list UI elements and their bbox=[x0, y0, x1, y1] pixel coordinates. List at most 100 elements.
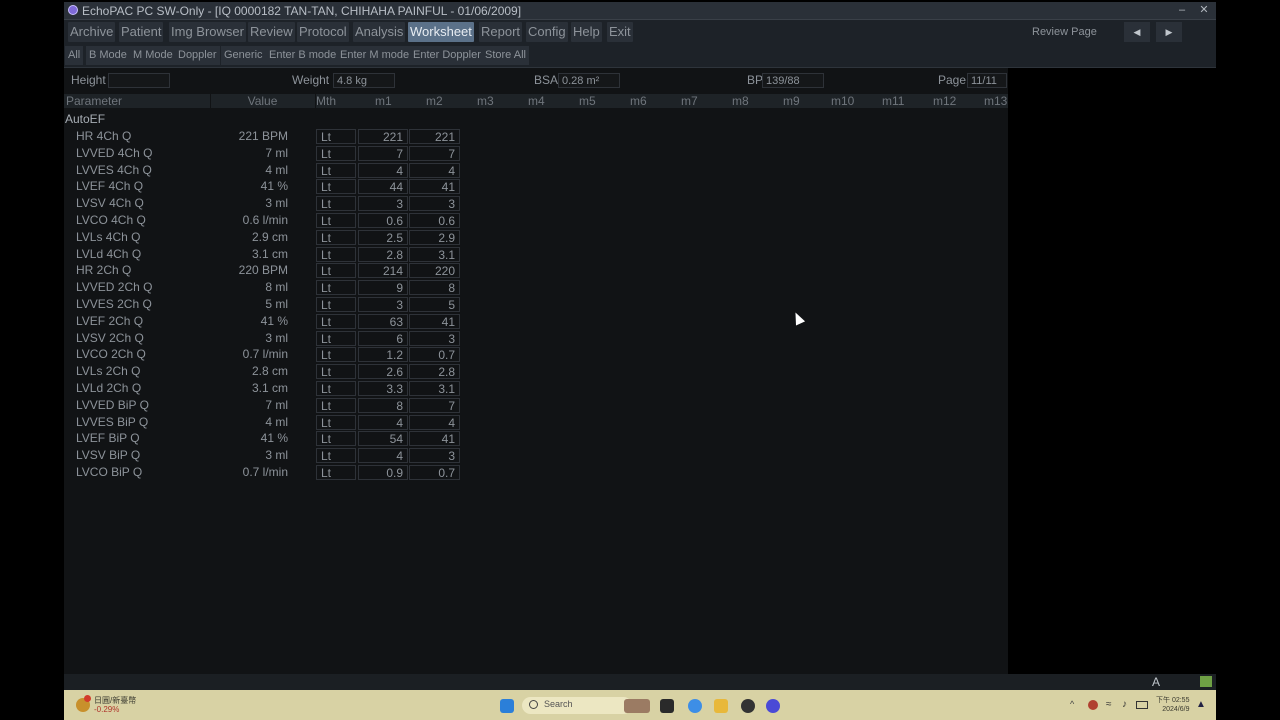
method-cell[interactable]: Lt bbox=[316, 381, 356, 396]
header-parameter[interactable]: Parameter bbox=[66, 94, 211, 108]
measurement-m2-cell[interactable]: 0.7 bbox=[409, 465, 460, 480]
review-page-button[interactable]: Review Page bbox=[1032, 22, 1097, 42]
menu-help[interactable]: Help bbox=[571, 22, 602, 42]
app-icon-dark[interactable] bbox=[741, 699, 755, 713]
measurement-m2-cell[interactable]: 3 bbox=[409, 448, 460, 464]
volume-icon[interactable]: ♪ bbox=[1122, 699, 1127, 710]
measurement-m1-cell[interactable]: 221 bbox=[358, 129, 408, 144]
next-page-icon[interactable]: ▶ bbox=[1156, 22, 1182, 42]
header-m3[interactable]: m3 bbox=[477, 94, 494, 108]
method-cell[interactable]: Lt bbox=[316, 297, 356, 312]
table-row[interactable]: LVVES 2Ch Q 5 ml Lt 3 5 bbox=[64, 296, 1008, 313]
wifi-icon[interactable]: ≈ bbox=[1106, 699, 1112, 710]
weight-field[interactable]: 4.8 kg bbox=[333, 73, 395, 88]
measurement-m2-cell[interactable]: 2.9 bbox=[409, 229, 460, 245]
table-row[interactable]: LVSV 4Ch Q3 ml Lt 3 3 bbox=[64, 195, 1008, 212]
measurement-m2-cell[interactable]: 3 bbox=[409, 330, 460, 346]
taskbar-clock[interactable]: 下午 02:55 2024/6/9 bbox=[1156, 696, 1189, 714]
echopac-taskbar-icon[interactable] bbox=[766, 699, 780, 713]
measurement-m2-cell[interactable]: 7 bbox=[409, 145, 460, 161]
method-cell[interactable]: Lt bbox=[316, 162, 356, 178]
menu-protocol[interactable]: Protocol bbox=[297, 22, 349, 42]
notification-bell-icon[interactable]: ▲ bbox=[1196, 699, 1206, 710]
header-m2[interactable]: m2 bbox=[426, 94, 443, 108]
previous-page-icon[interactable]: ◀ bbox=[1124, 22, 1150, 42]
table-row[interactable]: LVLd 4Ch Q 3.1 cm Lt 2.8 3.1 bbox=[64, 246, 1008, 263]
measurement-m1-cell[interactable]: 2.5 bbox=[358, 229, 408, 245]
bp-field[interactable]: 139/88 bbox=[762, 73, 824, 88]
menu-archive[interactable]: Archive bbox=[68, 22, 116, 42]
header-m11[interactable]: m11 bbox=[882, 94, 904, 108]
bsa-field[interactable]: 0.28 m² bbox=[558, 73, 620, 88]
filter-generic[interactable]: Generic bbox=[221, 46, 266, 65]
measurement-m2-cell[interactable]: 220 bbox=[409, 263, 460, 279]
measurement-m1-cell[interactable]: 7 bbox=[358, 145, 408, 161]
header-m5[interactable]: m5 bbox=[579, 94, 596, 108]
header-m1[interactable]: m1 bbox=[375, 94, 392, 108]
method-cell[interactable]: Lt bbox=[316, 129, 356, 144]
method-cell[interactable]: Lt bbox=[316, 448, 356, 464]
menu-img-browser[interactable]: Img Browser bbox=[169, 22, 246, 42]
task-view-icon[interactable] bbox=[660, 699, 674, 713]
filter-doppler[interactable]: Doppler bbox=[175, 46, 220, 65]
measurement-m2-cell[interactable]: 5 bbox=[409, 297, 460, 312]
height-field[interactable] bbox=[108, 73, 170, 88]
weather-widget[interactable]: 日圓/新臺幣 -0.29% bbox=[94, 696, 136, 714]
measurement-m2-cell[interactable]: 41 bbox=[409, 431, 460, 447]
start-icon[interactable] bbox=[500, 699, 514, 713]
close-icon[interactable]: ✕ bbox=[1196, 3, 1212, 18]
header-m9[interactable]: m9 bbox=[783, 94, 800, 108]
measurement-m2-cell[interactable]: 0.7 bbox=[409, 347, 460, 363]
file-explorer-icon[interactable] bbox=[714, 699, 728, 713]
table-row[interactable]: LVVED 4Ch Q7 ml Lt 7 7 bbox=[64, 145, 1008, 162]
header-m6[interactable]: m6 bbox=[630, 94, 647, 108]
menu-analysis[interactable]: Analysis bbox=[353, 22, 406, 42]
table-row[interactable]: LVEF 2Ch Q 41 % Lt 63 41 bbox=[64, 313, 1008, 330]
measurement-m2-cell[interactable]: 3.1 bbox=[409, 381, 460, 396]
table-row[interactable]: LVLd 2Ch Q 3.1 cm Lt 3.3 3.1 bbox=[64, 380, 1008, 397]
method-cell[interactable]: Lt bbox=[316, 431, 356, 447]
menu-review[interactable]: Review bbox=[248, 22, 295, 42]
measurement-m2-cell[interactable]: 221 bbox=[409, 129, 460, 144]
table-row[interactable]: LVCO BiP Q 0.7 l/min Lt 0.9 0.7 bbox=[64, 464, 1008, 481]
battery-icon[interactable] bbox=[1136, 701, 1148, 709]
measurement-m2-cell[interactable]: 3.1 bbox=[409, 246, 460, 262]
measurement-m2-cell[interactable]: 0.6 bbox=[409, 213, 460, 228]
measurement-m1-cell[interactable]: 44 bbox=[358, 179, 408, 195]
table-row[interactable]: LVCO 2Ch Q 0.7 l/min Lt 1.2 0.7 bbox=[64, 346, 1008, 363]
header-m8[interactable]: m8 bbox=[732, 94, 749, 108]
measurement-m2-cell[interactable]: 41 bbox=[409, 313, 460, 329]
menu-report[interactable]: Report bbox=[479, 22, 523, 42]
menu-patient[interactable]: Patient bbox=[119, 22, 164, 42]
enter-b-mode-button[interactable]: Enter B mode bbox=[266, 46, 340, 65]
method-cell[interactable]: Lt bbox=[316, 263, 356, 279]
header-m13[interactable]: m13 bbox=[984, 94, 1007, 108]
table-row[interactable]: LVVES BiP Q4 ml Lt 4 4 bbox=[64, 414, 1008, 431]
enter-doppler-button[interactable]: Enter Doppler bbox=[410, 46, 484, 65]
method-cell[interactable]: Lt bbox=[316, 280, 356, 296]
method-cell[interactable]: Lt bbox=[316, 179, 356, 195]
measurement-m1-cell[interactable]: 9 bbox=[358, 280, 408, 296]
minimize-icon[interactable]: – bbox=[1174, 3, 1190, 18]
measurement-m2-cell[interactable]: 4 bbox=[409, 414, 460, 430]
menu-worksheet[interactable]: Worksheet bbox=[408, 22, 474, 42]
table-row[interactable]: LVSV BiP Q 3 ml Lt 4 3 bbox=[64, 447, 1008, 464]
table-row[interactable]: LVEF BiP Q 41 % Lt 54 41 bbox=[64, 430, 1008, 447]
method-cell[interactable]: Lt bbox=[316, 313, 356, 329]
measurement-m2-cell[interactable]: 8 bbox=[409, 280, 460, 296]
menu-config[interactable]: Config bbox=[526, 22, 568, 42]
measurement-m1-cell[interactable]: 54 bbox=[358, 431, 408, 447]
measurement-m2-cell[interactable]: 2.8 bbox=[409, 364, 460, 380]
measurement-m2-cell[interactable]: 3 bbox=[409, 196, 460, 212]
table-row[interactable]: LVCO 4Ch Q 0.6 l/min Lt 0.6 0.6 bbox=[64, 212, 1008, 229]
measurement-m1-cell[interactable]: 4 bbox=[358, 448, 408, 464]
header-m7[interactable]: m7 bbox=[681, 94, 698, 108]
method-cell[interactable]: Lt bbox=[316, 196, 356, 212]
header-mth[interactable]: Mth bbox=[316, 94, 336, 108]
menu-exit[interactable]: Exit bbox=[607, 22, 633, 42]
method-cell[interactable]: Lt bbox=[316, 414, 356, 430]
browser-icon[interactable] bbox=[688, 699, 702, 713]
measurement-m1-cell[interactable]: 4 bbox=[358, 414, 408, 430]
keyboard-icon[interactable] bbox=[1200, 676, 1212, 687]
method-cell[interactable]: Lt bbox=[316, 213, 356, 228]
